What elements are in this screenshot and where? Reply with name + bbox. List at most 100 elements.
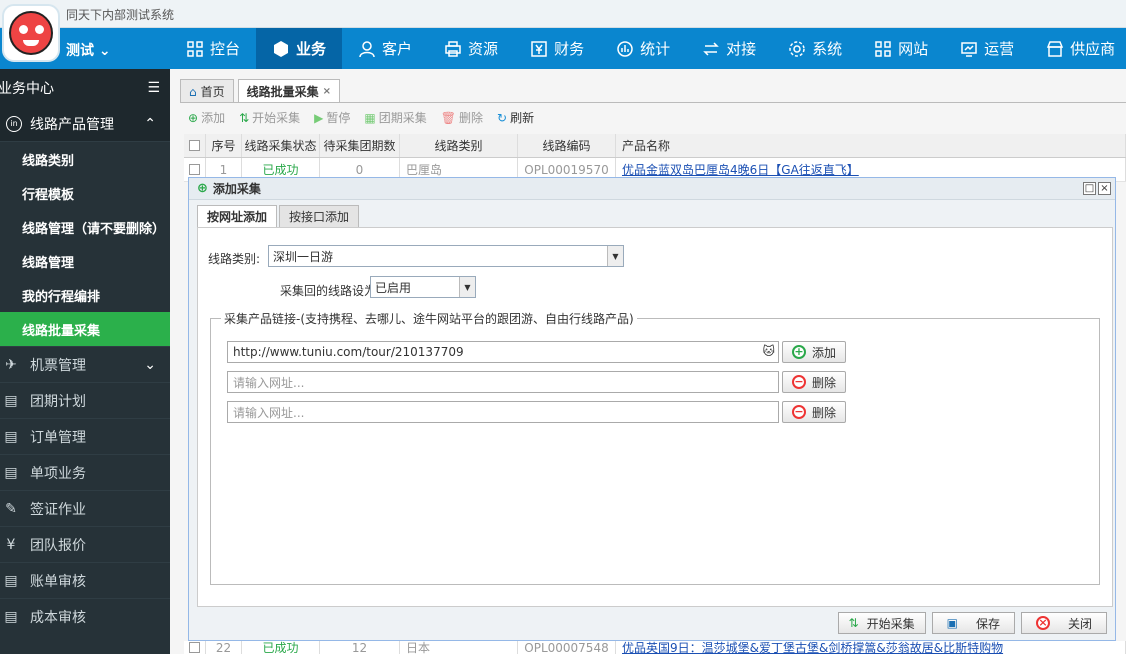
sidebar-subitem-2[interactable]: 线路管理（请不要删除） [0, 210, 170, 244]
status-value: 已启用 [375, 280, 412, 295]
toolbar: ⊕ 添加 ⇅ 开始采集 ▶ 暂停 ▦ 团期采集 🗑 删除 ↻ 刷新 [188, 109, 534, 126]
nav-item-6[interactable]: 对接 [686, 28, 772, 69]
table-row[interactable]: 22 已成功 12 日本 OPL00007548 优品英国9日：温莎城堡&爱丁堡… [184, 641, 1126, 654]
data-grid: 序号 线路采集状态 待采集团期数 线路类别 线路编码 产品名称 1 已成功 0 … [184, 134, 1126, 182]
mascot-icon: 🐱 [762, 344, 775, 358]
sidebar-item-6[interactable]: ▤ 账单审核 [0, 562, 170, 598]
nav-item-3[interactable]: 资源 [428, 28, 514, 69]
menu-icon: ✎ [5, 500, 17, 517]
sidebar-subitem-3[interactable]: 线路管理 [0, 244, 170, 278]
toolbar-refresh-button[interactable]: ↻ 刷新 [497, 109, 534, 126]
toolbar-add-button[interactable]: ⊕ 添加 [188, 109, 225, 126]
close-icon[interactable]: × [1098, 182, 1111, 195]
cell-pending: 12 [320, 641, 400, 654]
header-code: 线路编码 [518, 134, 616, 157]
collapse-icon[interactable]: ☰ [147, 80, 160, 96]
cell-name-link[interactable]: 优品英国9日：温莎城堡&爱丁堡古堡&剑桥撑篙&莎翁故居&比斯特购物 [616, 641, 1126, 654]
sidebar-item-label: 账单审核 [30, 573, 86, 590]
dialog-footer: ⇅ 开始采集 ▣ 保存 × 关闭 [189, 606, 1115, 640]
menu-icon: ¥ [6, 536, 16, 553]
sidebar-item-4[interactable]: ✎ 签证作业 [0, 490, 170, 526]
nav-item-label: 财务 [554, 40, 585, 58]
add-url-button[interactable]: + 添加 [782, 341, 846, 363]
system-title: 同天下内部测试系统 [66, 8, 175, 22]
sidebar-subitem-5[interactable]: 线路批量采集 [0, 312, 170, 346]
sidebar-item-1[interactable]: ▤ 团期计划 [0, 382, 170, 418]
header-checkbox-cell[interactable] [184, 134, 206, 157]
sidebar-item-7[interactable]: ▤ 成本审核 [0, 598, 170, 634]
nav-item-0[interactable]: 控台 [170, 28, 256, 69]
nav-item-label: 业务 [296, 40, 327, 58]
nav-item-9[interactable]: 运营 [944, 28, 1030, 69]
tab-home[interactable]: ⌂ 首页 [180, 79, 234, 103]
minus-icon: − [791, 375, 806, 389]
user-icon [358, 40, 376, 58]
user-menu[interactable]: 测试 ⌄ [66, 40, 111, 60]
toolbar-pause-button[interactable]: ▶ 暂停 [314, 109, 350, 126]
header-pending: 待采集团期数 [320, 134, 400, 157]
maximize-icon[interactable]: □ [1083, 182, 1096, 195]
nav-item-7[interactable]: 系统 [772, 28, 858, 69]
cube-icon [272, 40, 290, 58]
start-collect-button[interactable]: ⇅ 开始采集 [837, 612, 926, 634]
row-checkbox[interactable] [189, 642, 200, 653]
url-input-1[interactable]: http://www.tuniu.com/tour/210137709 🐱 [227, 341, 779, 363]
save-button[interactable]: ▣ 保存 [931, 612, 1015, 634]
start-icon: ⇅ [239, 110, 250, 125]
url-input-3[interactable]: 请输入网址... [227, 401, 779, 423]
plus-icon: ⊕ [188, 110, 199, 125]
tab-add-by-url[interactable]: 按网址添加 [197, 205, 278, 227]
delete-url-button[interactable]: − 删除 [782, 401, 846, 423]
sidebar-item-5[interactable]: ¥ 团队报价 [0, 526, 170, 562]
sidebar-header: 业务中心 ☰ [0, 69, 170, 106]
dialog-tabs: 按网址添加 按接口添加 [197, 205, 360, 227]
toolbar-delete-button[interactable]: 🗑 删除 [441, 109, 483, 126]
nav-item-5[interactable]: 统计 [600, 28, 686, 69]
url-input-1-value: http://www.tuniu.com/tour/210137709 [233, 345, 464, 359]
app-logo[interactable] [2, 4, 60, 62]
delete-url-label: 删除 [811, 375, 836, 390]
home-icon: ⌂ [189, 84, 197, 99]
close-button[interactable]: × 关闭 [1020, 612, 1107, 634]
delete-url-button[interactable]: − 删除 [782, 371, 846, 393]
gear-icon [788, 40, 806, 58]
sidebar-item-label: 订单管理 [30, 429, 86, 446]
start-collect-label: 开始采集 [866, 616, 915, 631]
toolbar-add-label: 添加 [201, 111, 226, 125]
sidebar-item-2[interactable]: ▤ 订单管理 [0, 418, 170, 454]
nav-item-8[interactable]: 网站 [858, 28, 944, 69]
row-checkbox-cell[interactable] [184, 641, 206, 654]
url-input-3-placeholder: 请输入网址... [233, 405, 305, 420]
status-select[interactable]: 已启用 ▼ [370, 276, 476, 298]
category-select[interactable]: 深圳一日游 ▼ [268, 245, 624, 267]
sidebar-group-route-products[interactable]: in 线路产品管理 ⌃ [0, 106, 170, 142]
minus-icon: − [791, 405, 806, 419]
tab-add-by-api[interactable]: 按接口添加 [279, 205, 360, 227]
tab-batch-collect[interactable]: 线路批量采集 × [237, 79, 341, 103]
add-collect-dialog: ⊕ 添加采集 □ × 按网址添加 按接口添加 线路类别: 深圳一日游 ▼ 采集回… [188, 177, 1116, 641]
ant-logo-icon [9, 11, 53, 55]
url-input-2[interactable]: 请输入网址... [227, 371, 779, 393]
sidebar-subitem-1[interactable]: 行程模板 [0, 176, 170, 210]
chevron-down-icon: ▼ [459, 277, 475, 297]
url-fieldset-legend: 采集产品链接-(支持携程、去哪儿、途牛网站平台的跟团游、自由行线路产品) [221, 310, 637, 327]
close-icon[interactable]: × [323, 86, 331, 97]
nav-item-4[interactable]: 财务 [514, 28, 600, 69]
sidebar-subitem-0[interactable]: 线路类别 [0, 142, 170, 176]
toolbar-start-button[interactable]: ⇅ 开始采集 [239, 109, 300, 126]
sidebar-subitem-4[interactable]: 我的行程编排 [0, 278, 170, 312]
category-value: 深圳一日游 [273, 249, 334, 264]
nav-item-10[interactable]: 供应商 [1030, 28, 1126, 69]
toolbar-pause-label: 暂停 [326, 111, 351, 125]
nav-item-1[interactable]: 业务 [256, 28, 343, 69]
cell-category: 日本 [400, 641, 518, 654]
toolbar-group-button[interactable]: ▦ 团期采集 [364, 109, 426, 126]
select-all-checkbox[interactable] [189, 140, 200, 151]
user-name: 测试 [66, 43, 94, 59]
sidebar-item-label: 团期计划 [30, 393, 86, 410]
sidebar-item-3[interactable]: ▤ 单项业务 [0, 454, 170, 490]
sidebar-item-0[interactable]: ✈ 机票管理 ⌄ [0, 346, 170, 382]
row-checkbox[interactable] [189, 164, 200, 175]
nav-item-2[interactable]: 客户 [342, 28, 428, 69]
sidebar-title: 业务中心 [0, 80, 54, 97]
